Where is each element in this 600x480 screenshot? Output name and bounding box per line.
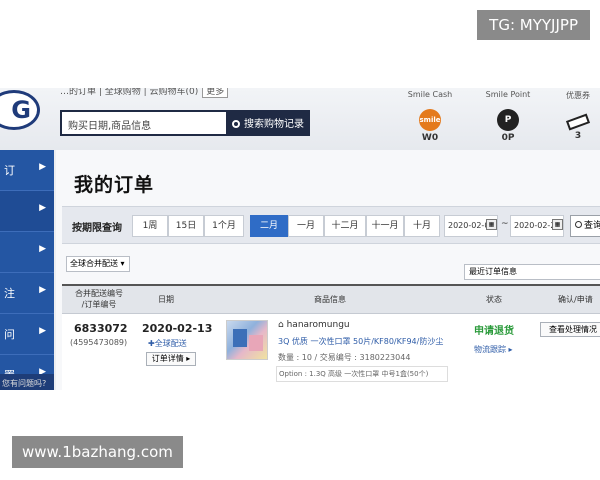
sidebar-item-2[interactable]: ▶ <box>0 191 54 232</box>
plus-icon: ✚ <box>148 339 155 348</box>
col-order-number: 合并配送编号 /订单编号 <box>75 289 123 309</box>
smile-point-value: 0P <box>501 133 515 143</box>
search-icon <box>232 120 240 128</box>
status-badge: 申请退货 <box>474 326 514 337</box>
check-status-button[interactable]: 查看处理情况 <box>540 322 600 337</box>
product-meta: 数量 : 10 / 交易编号 : 3180223044 <box>278 353 411 362</box>
col-product-info: 商品信息 <box>314 295 346 304</box>
calendar-icon[interactable]: ▦ <box>486 219 497 230</box>
coupon-stat[interactable]: 优惠券 3 <box>548 90 600 141</box>
month-dec-button[interactable]: 十二月 <box>324 215 366 237</box>
order-table-header: 合并配送编号 /订单编号 日期 商品信息 状态 确认/申请 <box>62 284 600 314</box>
notice-text: …的订单 | 全球购物 | 云购物车(0) <box>60 88 199 97</box>
seller-name[interactable]: ⌂ hanaromungu <box>278 320 350 330</box>
order-sort-select[interactable]: 最近订单信息 <box>464 264 600 280</box>
sidebar-item-1[interactable]: 订 ▶ <box>0 150 54 191</box>
coupon-label: 优惠券 <box>566 91 590 100</box>
chevron-right-icon: ▶ <box>39 326 46 336</box>
coupon-icon <box>565 113 591 131</box>
product-thumbnail[interactable] <box>226 320 268 360</box>
calendar-icon[interactable]: ▦ <box>552 219 563 230</box>
screenshot-stage: …的订单 | 全球购物 | 云购物车(0) 更多 G 购买日期,商品信息 搜索购物… <box>0 0 600 480</box>
tracking-link-text: 物流跟踪 <box>474 345 506 354</box>
merge-shipping-select[interactable]: 全球合并配送 ▾ <box>66 256 130 272</box>
watermark-top: TG: MYYJJPP <box>477 10 590 40</box>
search-button[interactable]: 搜索购物记录 <box>228 110 310 136</box>
sidebar: 订▶ ▶ ▶ 注▶ 问▶ 置▶ <box>0 150 54 390</box>
chevron-down-icon: ▾ <box>120 259 125 268</box>
sort-select-value: 最近订单信息 <box>469 267 517 276</box>
smile-point-stat[interactable]: Smile Point P 0P <box>478 90 538 143</box>
top-notice: …的订单 | 全球购物 | 云购物车(0) 更多 <box>60 88 229 98</box>
sidebar-help-text[interactable]: 您有问题吗? <box>0 374 54 390</box>
date-range-separator: ~ <box>501 219 509 229</box>
order-detail-button[interactable]: 订单详情 ▸ <box>146 352 196 366</box>
site-logo[interactable]: G <box>0 90 40 130</box>
period-1month-button[interactable]: 1个月 <box>204 215 244 237</box>
period-filter-bar: 按期限查询 1周 15日 1个月 二月 一月 十二月 十一月 十月 2020-0… <box>62 206 600 244</box>
search-button-label: 搜索购物记录 <box>244 119 304 130</box>
sidebar-item-label: 注 <box>4 287 15 300</box>
order-detail-label: 订单详情 <box>151 354 184 363</box>
search-input[interactable]: 购买日期,商品信息 <box>60 110 228 136</box>
month-oct-button[interactable]: 十月 <box>404 215 440 237</box>
smile-cash-label: Smile Cash <box>407 90 453 99</box>
page-title: 我的订单 <box>74 174 155 196</box>
coupon-value: 3 <box>574 131 582 141</box>
chevron-right-icon: ▶ <box>39 162 46 172</box>
smile-point-label: Smile Point <box>485 90 531 99</box>
sidebar-item-label: 问 <box>4 328 15 341</box>
seller-name-text: hanaromungu <box>286 320 350 330</box>
main-content: 我的订单 按期限查询 1周 15日 1个月 二月 一月 十二月 十一月 十月 2… <box>56 150 600 390</box>
month-nov-button[interactable]: 十一月 <box>366 215 404 237</box>
col-action: 确认/申请 <box>558 295 593 304</box>
order-number: 6833072 <box>74 322 128 335</box>
sidebar-item-4[interactable]: 注 ▶ <box>0 273 54 314</box>
chevron-right-icon: ▶ <box>39 203 46 213</box>
product-box-shape <box>233 329 247 347</box>
sidebar-item-5[interactable]: 问 ▶ <box>0 314 54 355</box>
notice-more-button[interactable]: 更多 <box>202 88 229 98</box>
period-15day-button[interactable]: 15日 <box>168 215 204 237</box>
home-icon: ⌂ <box>278 320 284 330</box>
filter-label: 按期限查询 <box>72 223 122 234</box>
query-button-label: 查询 <box>584 221 600 231</box>
smile-cash-value: W0 <box>421 133 439 143</box>
order-date: 2020-02-13 <box>142 322 213 335</box>
month-feb-button[interactable]: 二月 <box>250 215 288 237</box>
month-jan-button[interactable]: 一月 <box>288 215 324 237</box>
chevron-right-icon: ▶ <box>39 244 46 254</box>
sidebar-item-label: 订 <box>4 164 15 177</box>
global-shipping-label: ✚全球配送 <box>148 338 187 349</box>
order-page-photo: …的订单 | 全球购物 | 云购物车(0) 更多 G 购买日期,商品信息 搜索购物… <box>0 88 600 390</box>
col-date: 日期 <box>158 295 174 304</box>
product-option: Option : 1.3Q 高级 一次性口罩 中号1盒(50个) <box>276 366 448 382</box>
sidebar-item-3[interactable]: ▶ <box>0 232 54 273</box>
point-icon: P <box>497 109 519 131</box>
merge-select-value: 全球合并配送 <box>70 259 118 268</box>
product-name-link[interactable]: 3Q 优质 一次性口罩 50片/KF80/KF94/防沙尘 <box>278 336 443 347</box>
watermark-bottom: www.1bazhang.com <box>12 436 183 468</box>
table-row: 6833072 (4595473089) 2020-02-13 ✚全球配送 订单… <box>62 314 600 390</box>
site-header: …的订单 | 全球购物 | 云购物车(0) 更多 G 购买日期,商品信息 搜索购物… <box>0 88 600 150</box>
global-shipping-text: 全球配送 <box>154 339 187 348</box>
smile-cash-icon: smile <box>419 109 441 131</box>
smile-cash-stat[interactable]: Smile Cash smile W0 <box>400 90 460 143</box>
product-box-shape <box>249 335 263 351</box>
period-1week-button[interactable]: 1周 <box>132 215 168 237</box>
chevron-right-icon: ▶ <box>39 285 46 295</box>
col-status: 状态 <box>486 295 502 304</box>
order-sub-number: (4595473089) <box>70 338 128 347</box>
search-icon <box>575 221 582 228</box>
tracking-link[interactable]: 物流跟踪 ▸ <box>474 344 513 355</box>
query-button[interactable]: 查询 <box>570 215 600 237</box>
